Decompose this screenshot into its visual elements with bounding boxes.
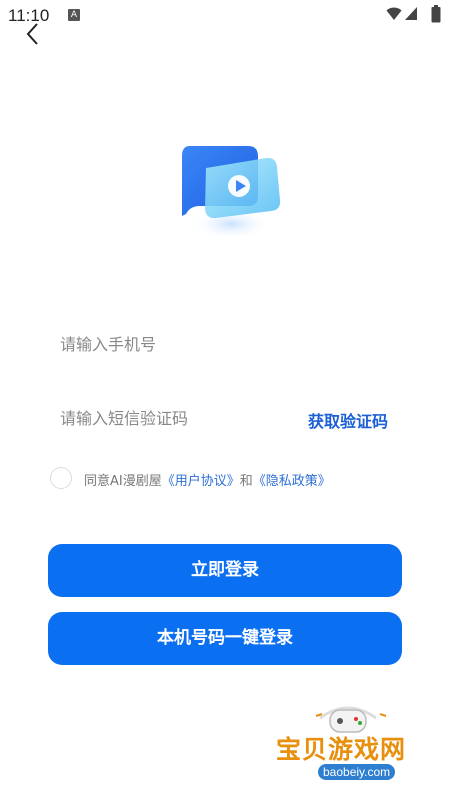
status-bar: 11:10 A bbox=[0, 0, 450, 32]
get-code-button[interactable]: 获取验证码 bbox=[308, 408, 388, 432]
user-agreement-link[interactable]: 《用户协议》 bbox=[162, 474, 240, 489]
phone-input[interactable] bbox=[60, 322, 390, 366]
agreement-text: 同意AI漫剧屋《用户协议》和《隐私政策》 bbox=[84, 470, 331, 489]
phone-field bbox=[48, 322, 402, 366]
back-button[interactable] bbox=[22, 20, 46, 48]
wifi-icon bbox=[386, 7, 402, 20]
back-chevron-icon bbox=[26, 23, 38, 45]
watermark-domain: baobeiy.com bbox=[318, 764, 396, 780]
battery-icon bbox=[431, 5, 441, 23]
privacy-policy-link[interactable]: 《隐私政策》 bbox=[253, 474, 331, 489]
one-click-login-button[interactable]: 本机号码一键登录 bbox=[48, 612, 402, 665]
agree-checkbox[interactable] bbox=[50, 467, 72, 489]
sms-code-field: 获取验证码 bbox=[48, 396, 402, 440]
agreement-prefix: 同意AI漫剧屋 bbox=[84, 474, 162, 489]
agreement-row: 同意AI漫剧屋《用户协议》和《隐私政策》 bbox=[50, 466, 410, 492]
agreement-and: 和 bbox=[239, 474, 253, 489]
login-button[interactable]: 立即登录 bbox=[48, 544, 402, 597]
watermark-title: 宝贝游戏网 bbox=[276, 735, 407, 764]
sms-code-input[interactable] bbox=[60, 396, 300, 440]
watermark: 宝贝游戏网 baobeiy.com bbox=[268, 696, 428, 786]
notification-a-icon: A bbox=[68, 9, 80, 21]
signal-icon bbox=[405, 7, 417, 20]
app-logo bbox=[182, 146, 281, 240]
